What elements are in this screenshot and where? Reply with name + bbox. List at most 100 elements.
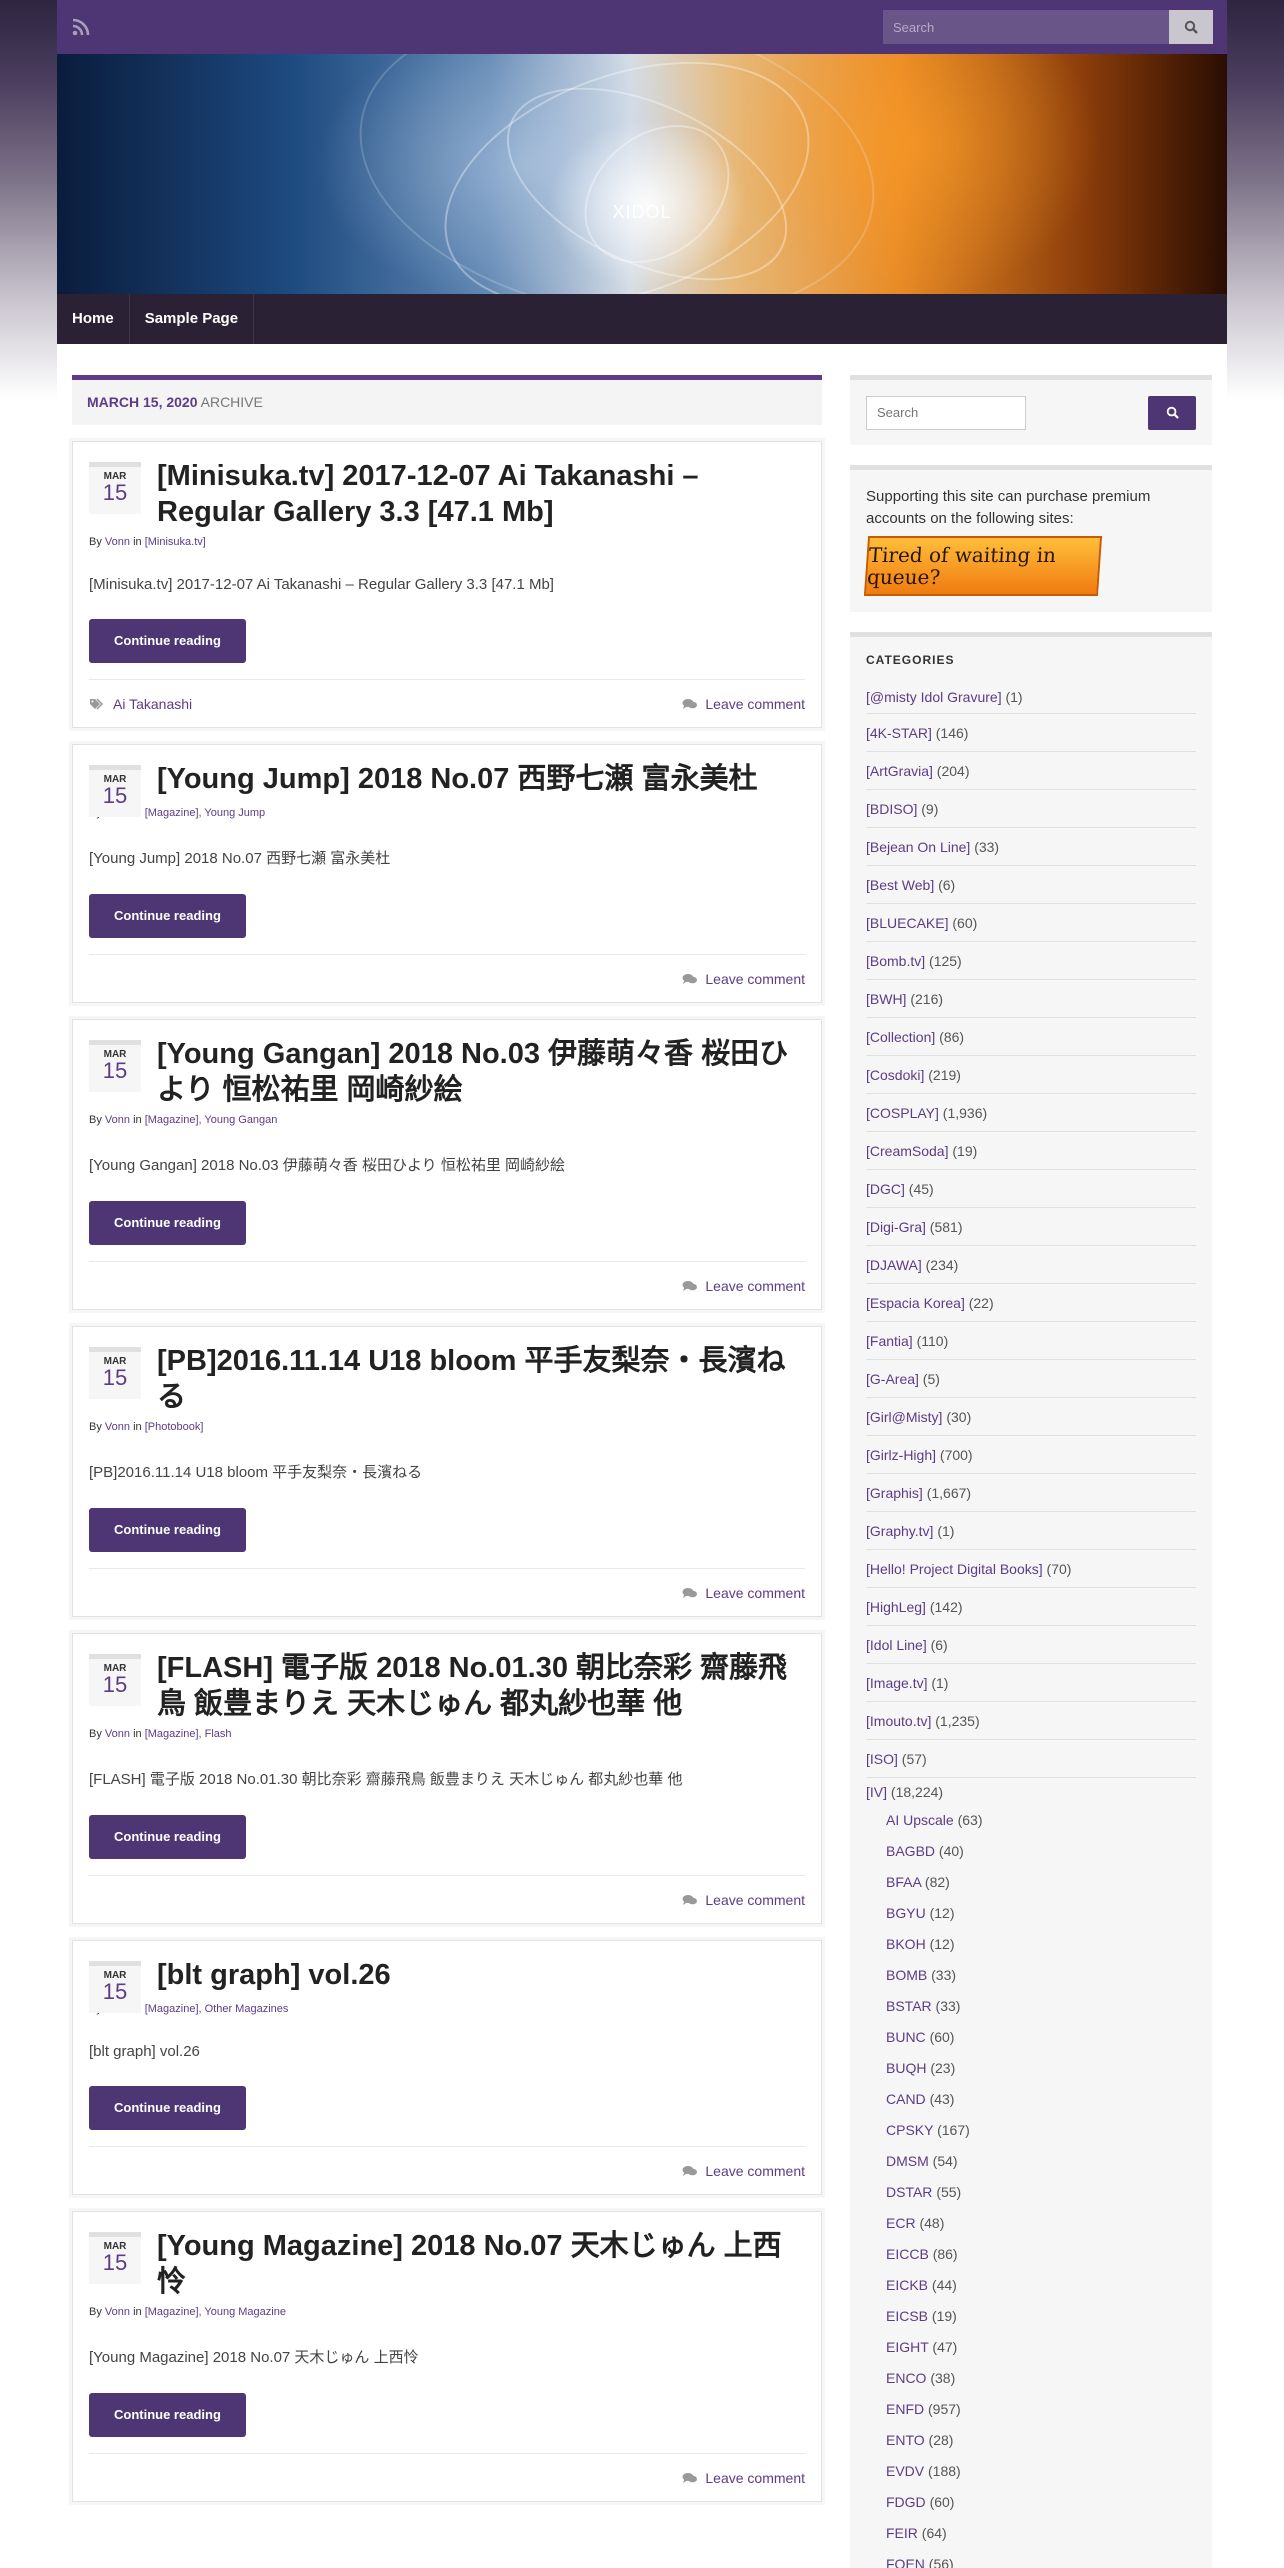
author-link[interactable]: Vonn bbox=[105, 1728, 130, 1740]
leave-comment-link[interactable]: Leave comment bbox=[705, 2163, 805, 2179]
category-item-link[interactable]: [Collection] bbox=[866, 1029, 935, 1045]
subcategory-link[interactable]: BAGBD bbox=[886, 1843, 935, 1859]
category-item-link[interactable]: [BLUECAKE] bbox=[866, 915, 948, 931]
category-item-link[interactable]: [G-Area] bbox=[866, 1371, 919, 1387]
subcategory-link[interactable]: DSTAR bbox=[886, 2184, 932, 2200]
nav-item-sample-page[interactable]: Sample Page bbox=[130, 294, 255, 344]
subcategory-link[interactable]: ENTO bbox=[886, 2432, 925, 2448]
category-item-link[interactable]: [DGC] bbox=[866, 1181, 905, 1197]
top-search-button[interactable] bbox=[1169, 10, 1213, 44]
leave-comment-link[interactable]: Leave comment bbox=[705, 696, 805, 712]
category-item: [Girlz-High] (700) bbox=[866, 1435, 1196, 1473]
subcategory-link[interactable]: CPSKY bbox=[886, 2122, 933, 2138]
category-link[interactable]: [Magazine], Young Gangan bbox=[145, 1114, 278, 1126]
author-link[interactable]: Vonn bbox=[105, 2306, 130, 2318]
post-title[interactable]: [Young Gangan] 2018 No.03 伊藤萌々香 桜田ひより 恒松… bbox=[157, 1036, 805, 1108]
subcategory-link[interactable]: BOMB bbox=[886, 1967, 927, 1983]
subcategory-link[interactable]: EICKB bbox=[886, 2277, 928, 2293]
subcategory-link[interactable]: ENCO bbox=[886, 2370, 926, 2386]
subcategory-link[interactable]: EICSB bbox=[886, 2308, 928, 2324]
post-title[interactable]: [Young Magazine] 2018 No.07 天木じゅん 上西怜 bbox=[157, 2228, 805, 2300]
subcategory-link[interactable]: FDGD bbox=[886, 2494, 926, 2510]
category-item-link[interactable]: [Hello! Project Digital Books] bbox=[866, 1561, 1043, 1577]
subcategory-link[interactable]: BGYU bbox=[886, 1905, 926, 1921]
category-link[interactable]: [Magazine], Flash bbox=[145, 1728, 232, 1740]
category-link[interactable]: [Magazine], Other Magazines bbox=[145, 2003, 289, 2015]
subcategory-link[interactable]: AI Upscale bbox=[886, 1812, 954, 1828]
subcategory-link[interactable]: EIGHT bbox=[886, 2339, 929, 2355]
category-item-link[interactable]: [Idol Line] bbox=[866, 1637, 927, 1653]
subcategory-link[interactable]: BUQH bbox=[886, 2060, 926, 2076]
category-item-link[interactable]: [Girlz-High] bbox=[866, 1447, 936, 1463]
post-title[interactable]: [blt graph] vol.26 bbox=[157, 1957, 805, 1997]
category-item-link[interactable]: [ArtGravia] bbox=[866, 763, 933, 779]
continue-reading-button[interactable]: Continue reading bbox=[89, 1815, 246, 1859]
post-title[interactable]: [Minisuka.tv] 2017-12-07 Ai Takanashi – … bbox=[157, 458, 805, 530]
category-item-link[interactable]: [Bomb.tv] bbox=[866, 953, 925, 969]
category-item-link[interactable]: [@misty Idol Gravure] bbox=[866, 689, 1002, 705]
subcategory-link[interactable]: FEIR bbox=[886, 2525, 918, 2541]
subcategory-link[interactable]: ENFD bbox=[886, 2401, 924, 2417]
category-item-link[interactable]: [Girl@Misty] bbox=[866, 1409, 942, 1425]
category-link[interactable]: [Minisuka.tv] bbox=[145, 536, 206, 548]
post-title[interactable]: [PB]2016.11.14 U18 bloom 平手友梨奈・長濱ねる bbox=[157, 1343, 805, 1415]
subcategory-link[interactable]: BKOH bbox=[886, 1936, 926, 1952]
category-count: (60) bbox=[952, 915, 978, 931]
category-item-link[interactable]: [DJAWA] bbox=[866, 1257, 922, 1273]
category-item-link[interactable]: [COSPLAY] bbox=[866, 1105, 939, 1121]
category-link[interactable]: [Magazine], Young Magazine bbox=[145, 2306, 286, 2318]
sidebar-search-input[interactable] bbox=[866, 395, 1026, 430]
site-title[interactable]: XIDOL bbox=[57, 202, 1227, 223]
leave-comment-link[interactable]: Leave comment bbox=[705, 971, 805, 987]
rss-icon[interactable] bbox=[71, 17, 91, 37]
continue-reading-button[interactable]: Continue reading bbox=[89, 1201, 246, 1245]
category-item-link[interactable]: [Graphy.tv] bbox=[866, 1523, 933, 1539]
category-link[interactable]: [Magazine], Young Jump bbox=[145, 807, 265, 819]
category-link[interactable]: [Photobook] bbox=[145, 1421, 204, 1433]
post-title[interactable]: [Young Jump] 2018 No.07 西野七瀬 富永美杜 bbox=[157, 761, 805, 801]
top-search-input[interactable] bbox=[883, 10, 1169, 44]
category-item-link[interactable]: [HighLeg] bbox=[866, 1599, 926, 1615]
category-item-link[interactable]: [Espacia Korea] bbox=[866, 1295, 965, 1311]
category-item-link[interactable]: [Fantia] bbox=[866, 1333, 913, 1349]
category-item-link[interactable]: [BWH] bbox=[866, 991, 906, 1007]
category-item-link[interactable]: [CreamSoda] bbox=[866, 1143, 948, 1159]
category-item-link[interactable]: [BDISO] bbox=[866, 801, 917, 817]
category-item-link[interactable]: [Digi-Gra] bbox=[866, 1219, 926, 1235]
sidebar-search-button[interactable] bbox=[1148, 395, 1196, 430]
tag-link[interactable]: Ai Takanashi bbox=[113, 696, 192, 712]
author-link[interactable]: Vonn bbox=[105, 1421, 130, 1433]
category-item-link[interactable]: [Image.tv] bbox=[866, 1675, 927, 1691]
leave-comment-link[interactable]: Leave comment bbox=[705, 1892, 805, 1908]
premium-banner[interactable]: Tired of waiting in queue? bbox=[863, 536, 1103, 596]
subcategory-link[interactable]: FOEN bbox=[886, 2556, 925, 2568]
category-item-link[interactable]: [Bejean On Line] bbox=[866, 839, 970, 855]
author-link[interactable]: Vonn bbox=[105, 536, 130, 548]
author-link[interactable]: Vonn bbox=[105, 1114, 130, 1126]
continue-reading-button[interactable]: Continue reading bbox=[89, 619, 246, 663]
continue-reading-button[interactable]: Continue reading bbox=[89, 2393, 246, 2437]
leave-comment-link[interactable]: Leave comment bbox=[705, 1278, 805, 1294]
subcategory-link[interactable]: EVDV bbox=[886, 2463, 924, 2479]
leave-comment-link[interactable]: Leave comment bbox=[705, 2470, 805, 2486]
subcategory-link[interactable]: CAND bbox=[886, 2091, 926, 2107]
category-item-link[interactable]: [Best Web] bbox=[866, 877, 934, 893]
category-item-link[interactable]: [Imouto.tv] bbox=[866, 1713, 931, 1729]
subcategory-link[interactable]: DMSM bbox=[886, 2153, 929, 2169]
continue-reading-button[interactable]: Continue reading bbox=[89, 894, 246, 938]
subcategory-link[interactable]: BFAA bbox=[886, 1874, 921, 1890]
post-title[interactable]: [FLASH] 電子版 2018 No.01.30 朝比奈彩 齋藤飛鳥 飯豊まり… bbox=[157, 1650, 805, 1722]
category-item-link[interactable]: [4K-STAR] bbox=[866, 725, 932, 741]
subcategory-link[interactable]: EICCB bbox=[886, 2246, 929, 2262]
category-item-link[interactable]: [Cosdoki] bbox=[866, 1067, 924, 1083]
category-item-link[interactable]: [IV] bbox=[866, 1784, 887, 1800]
continue-reading-button[interactable]: Continue reading bbox=[89, 1508, 246, 1552]
leave-comment-link[interactable]: Leave comment bbox=[705, 1585, 805, 1601]
subcategory-link[interactable]: BUNC bbox=[886, 2029, 926, 2045]
continue-reading-button[interactable]: Continue reading bbox=[89, 2086, 246, 2130]
nav-item-home[interactable]: Home bbox=[57, 294, 130, 344]
category-item-link[interactable]: [Graphis] bbox=[866, 1485, 923, 1501]
subcategory-link[interactable]: ECR bbox=[886, 2215, 916, 2231]
subcategory-link[interactable]: BSTAR bbox=[886, 1998, 932, 2014]
category-item-link[interactable]: [ISO] bbox=[866, 1751, 898, 1767]
